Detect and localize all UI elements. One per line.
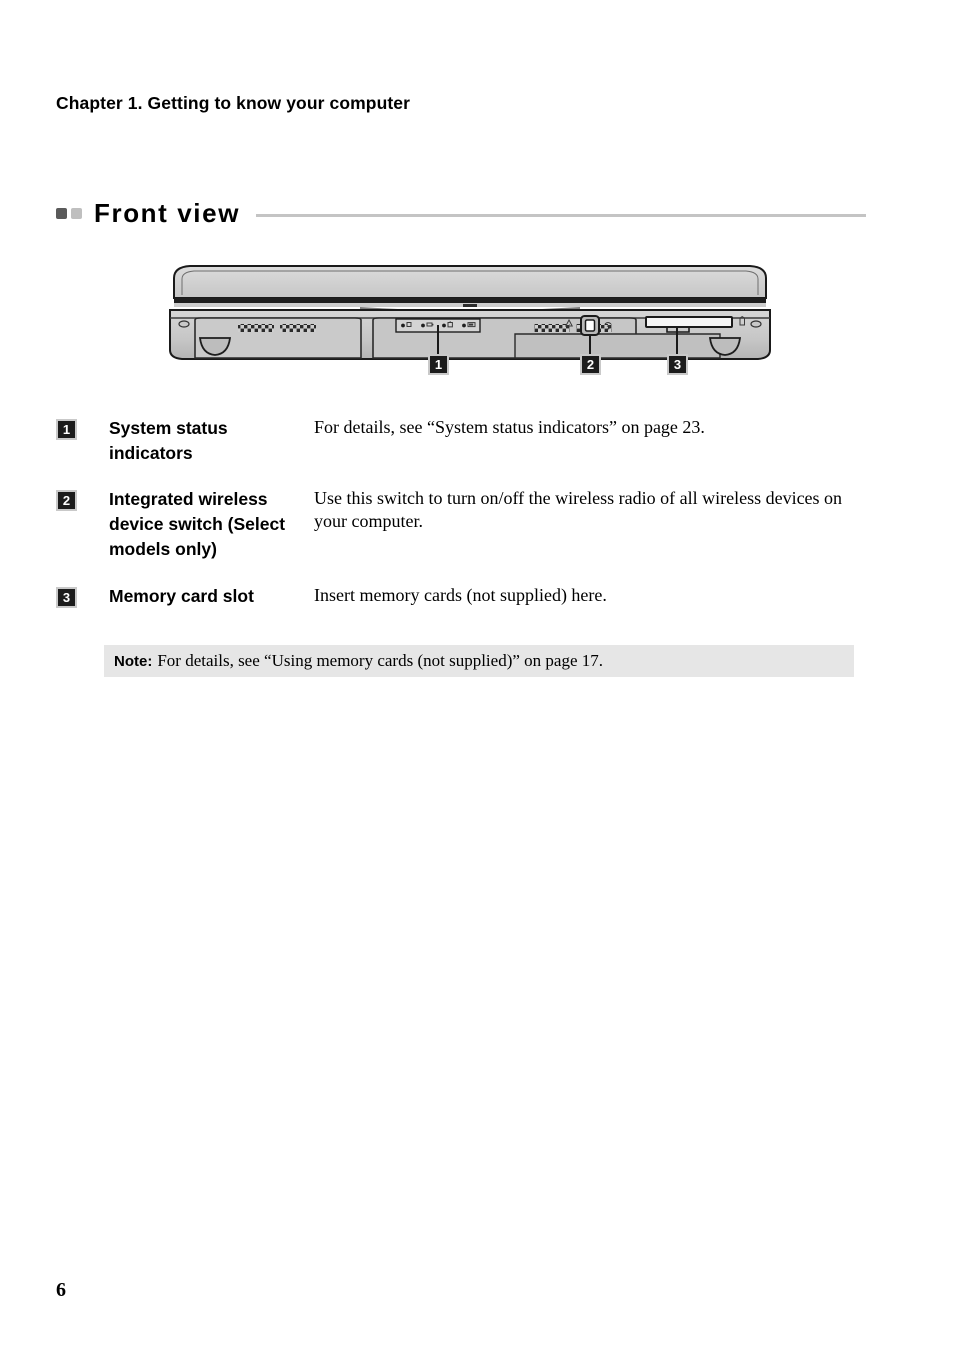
item-number-badge: 2: [56, 490, 77, 511]
page-title: Front view: [94, 197, 241, 228]
item-description: Insert memory cards (not supplied) here.: [314, 585, 607, 605]
section-title-row: Front view: [56, 196, 866, 230]
square-bullet-light-icon: [71, 207, 82, 219]
item-number-badge: 1: [56, 419, 77, 440]
item-number-label: 2: [62, 493, 71, 508]
left-screw-dimple: [178, 320, 190, 328]
item-number-badge: 3: [56, 587, 77, 608]
vent-grille: [238, 324, 274, 332]
note-text: For details, see “Using memory cards (no…: [157, 651, 603, 670]
diagram-callout-3: 3: [667, 354, 688, 375]
diagram-callout-1-label: 1: [434, 357, 443, 372]
lid-hinge-seam: [174, 298, 766, 303]
diagram-callout-2-label: 2: [586, 357, 595, 372]
vent-grille: [280, 324, 316, 332]
chapter-heading: Chapter 1. Getting to know your computer: [56, 93, 411, 113]
note-callout-box: Note: For details, see “Using memory car…: [104, 645, 854, 677]
item-term: System status indicators: [109, 418, 228, 463]
square-bullet-dark-icon: [56, 207, 67, 219]
item-term: Integrated wireless device switch (Selec…: [109, 489, 286, 559]
right-screw-dimple: [750, 320, 762, 328]
list-item: 1 System status indicators For details, …: [56, 416, 856, 466]
diagram-callout-1: 1: [428, 354, 449, 375]
lower-panel: [514, 333, 721, 359]
diagram-callout-3-label: 3: [673, 357, 682, 372]
item-term: Memory card slot: [109, 586, 254, 606]
list-item: 2 Integrated wireless device switch (Sel…: [56, 487, 856, 562]
item-number-label: 3: [62, 590, 71, 605]
component-description-list: 1 System status indicators For details, …: [56, 416, 856, 609]
title-divider-rule: [256, 213, 866, 217]
page-number: 6: [56, 1279, 66, 1301]
laptop-front-view-diagram: 1 2 3: [160, 262, 780, 387]
note-label: Note:: [114, 652, 153, 670]
item-number-label: 1: [62, 422, 71, 437]
list-item: 3 Memory card slot Insert memory cards (…: [56, 584, 856, 609]
diagram-callout-2: 2: [580, 354, 601, 375]
vent-grille: [534, 324, 570, 332]
item-description: Use this switch to turn on/off the wirel…: [314, 488, 843, 531]
item-description: For details, see “System status indicato…: [314, 417, 705, 437]
